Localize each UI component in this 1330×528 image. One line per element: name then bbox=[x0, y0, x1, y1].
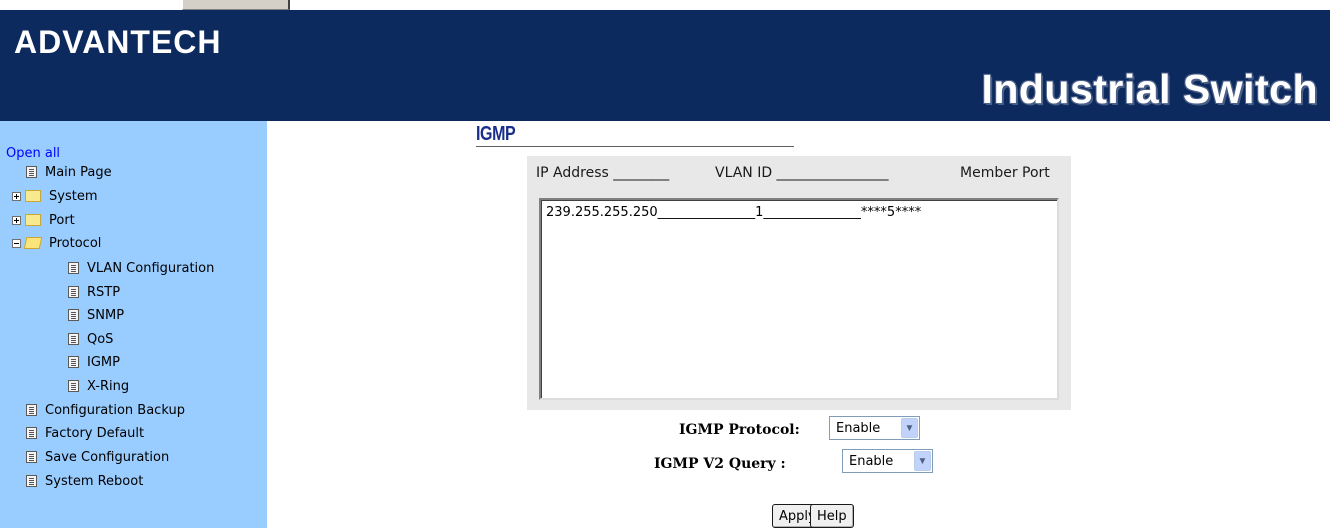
chevron-down-icon[interactable]: ▼ bbox=[914, 451, 931, 471]
page-icon bbox=[68, 380, 79, 392]
sidebar-item-port[interactable]: Port bbox=[12, 210, 75, 230]
igmp-protocol-value: Enable bbox=[836, 420, 881, 436]
igmp-entries-listbox[interactable]: 239.255.255.250_______________1_________… bbox=[539, 198, 1059, 400]
igmp-v2-query-value: Enable bbox=[849, 453, 894, 469]
sidebar-item-x-ring[interactable]: X-Ring bbox=[68, 376, 129, 396]
page-icon bbox=[68, 309, 79, 321]
igmp-v2-query-select[interactable]: Enable ▼ bbox=[842, 449, 933, 473]
page-icon bbox=[26, 404, 37, 416]
column-header-ip-address: IP Address ________ bbox=[536, 165, 670, 181]
open-folder-icon bbox=[23, 237, 43, 249]
expand-plus-icon[interactable] bbox=[12, 191, 21, 201]
sidebar-item-label: System bbox=[49, 188, 98, 204]
page-icon bbox=[26, 166, 37, 178]
column-header-member-port: Member Port bbox=[960, 165, 1050, 181]
sidebar-item-label: X-Ring bbox=[87, 378, 130, 394]
sidebar-item-main-page[interactable]: Main Page bbox=[26, 162, 112, 182]
page-icon bbox=[68, 356, 79, 368]
help-button[interactable]: Help bbox=[810, 504, 854, 528]
sidebar-item-save-configuration[interactable]: Save Configuration bbox=[26, 447, 169, 467]
page-icon bbox=[26, 427, 37, 439]
column-header-vlan-id: VLAN ID ________________ bbox=[715, 165, 889, 181]
list-item[interactable]: 239.255.255.250_______________1_________… bbox=[546, 205, 921, 220]
page-icon bbox=[68, 262, 79, 274]
sidebar-item-rstp[interactable]: RSTP bbox=[68, 282, 120, 302]
igmp-table-panel: IP Address ________ VLAN ID ____________… bbox=[527, 156, 1071, 410]
sidebar-item-snmp[interactable]: SNMP bbox=[68, 305, 124, 325]
sidebar-item-protocol[interactable]: Protocol bbox=[12, 233, 101, 253]
header-banner: ADVANTECH Industrial Switch bbox=[0, 10, 1330, 121]
expand-plus-icon[interactable] bbox=[12, 215, 21, 225]
frame-tab bbox=[182, 0, 290, 10]
collapse-minus-icon[interactable] bbox=[12, 238, 21, 248]
sidebar-item-qos[interactable]: QoS bbox=[68, 329, 113, 349]
sidebar-item-factory-default[interactable]: Factory Default bbox=[26, 423, 144, 443]
page-icon bbox=[26, 451, 37, 463]
product-title: Industrial Switch bbox=[981, 66, 1318, 112]
sidebar-item-label: Factory Default bbox=[45, 425, 145, 441]
sidebar-item-system-reboot[interactable]: System Reboot bbox=[26, 471, 143, 491]
page-title: IGMP bbox=[476, 123, 516, 145]
sidebar-item-label: IGMP bbox=[87, 354, 120, 370]
sidebar-item-label: Save Configuration bbox=[45, 449, 170, 465]
page-icon bbox=[26, 475, 37, 487]
title-divider bbox=[476, 146, 794, 147]
folder-icon bbox=[25, 190, 41, 202]
sidebar-item-label: Port bbox=[49, 212, 75, 228]
igmp-protocol-label: IGMP Protocol: bbox=[679, 422, 800, 438]
sidebar-item-system[interactable]: System bbox=[12, 186, 97, 206]
sidebar-item-igmp[interactable]: IGMP bbox=[68, 352, 120, 372]
page-icon bbox=[68, 333, 79, 345]
sidebar-item-label: SNMP bbox=[87, 307, 125, 323]
page-icon bbox=[68, 286, 79, 298]
igmp-protocol-select[interactable]: Enable ▼ bbox=[829, 416, 920, 440]
sidebar: Open all Main Page System Port Protocol … bbox=[0, 121, 267, 528]
advantech-logo: ADVANTECH bbox=[14, 24, 222, 60]
sidebar-item-label: QoS bbox=[87, 331, 114, 347]
sidebar-item-label: VLAN Configuration bbox=[87, 260, 215, 276]
igmp-v2-query-label: IGMP V2 Query : bbox=[654, 456, 786, 472]
sidebar-item-label: Configuration Backup bbox=[45, 402, 185, 418]
sidebar-item-label: RSTP bbox=[87, 284, 121, 300]
sidebar-item-label: System Reboot bbox=[45, 473, 144, 489]
open-all-link[interactable]: Open all bbox=[6, 146, 60, 161]
sidebar-item-label: Protocol bbox=[49, 235, 102, 251]
chevron-down-icon[interactable]: ▼ bbox=[901, 418, 918, 438]
sidebar-item-configuration-backup[interactable]: Configuration Backup bbox=[26, 400, 185, 420]
folder-icon bbox=[25, 214, 41, 226]
sidebar-item-label: Main Page bbox=[45, 164, 112, 180]
sidebar-item-vlan-configuration[interactable]: VLAN Configuration bbox=[68, 258, 214, 278]
